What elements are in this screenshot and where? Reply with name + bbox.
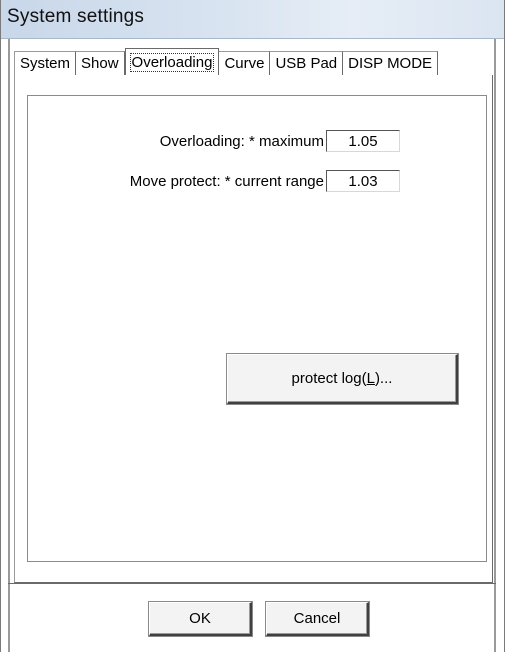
- settings-group-frame: [27, 95, 487, 562]
- protect-log-label-start: protect log(: [291, 370, 367, 387]
- tab-disp-mode[interactable]: DISP MODE: [343, 51, 439, 75]
- tab-label: Show: [81, 55, 119, 72]
- tab-overloading[interactable]: Overloading: [124, 48, 220, 75]
- move-protect-label: Move protect: * current range: [129, 173, 324, 190]
- tab-label: System: [20, 55, 71, 72]
- ok-button[interactable]: OK: [149, 602, 252, 636]
- tab-label: DISP MODE: [348, 55, 433, 72]
- protect-log-mnemonic: L: [366, 370, 375, 387]
- tab-system[interactable]: System: [14, 51, 77, 75]
- window-title: System settings: [7, 6, 145, 27]
- title-bar[interactable]: System settings: [1, 0, 504, 39]
- tab-show[interactable]: Show: [76, 51, 125, 75]
- cancel-button[interactable]: Cancel: [266, 602, 369, 636]
- tab-label: Curve: [224, 55, 265, 72]
- divider: [8, 583, 496, 584]
- tab-label: USB Pad: [275, 55, 338, 72]
- tab-curve[interactable]: Curve: [219, 51, 271, 75]
- move-protect-range-input[interactable]: [326, 170, 400, 192]
- overloading-label: Overloading: * maximum: [159, 133, 324, 150]
- protect-log-label-end: )...: [374, 370, 393, 387]
- tab-label: Overloading: [129, 53, 215, 72]
- protect-log-button[interactable]: protect log(L)...: [227, 354, 458, 404]
- overloading-maximum-input[interactable]: [326, 130, 400, 152]
- tab-usb-pad[interactable]: USB Pad: [270, 51, 344, 75]
- tab-strip: System Show Overloading Curve USB Pad DI…: [14, 48, 439, 75]
